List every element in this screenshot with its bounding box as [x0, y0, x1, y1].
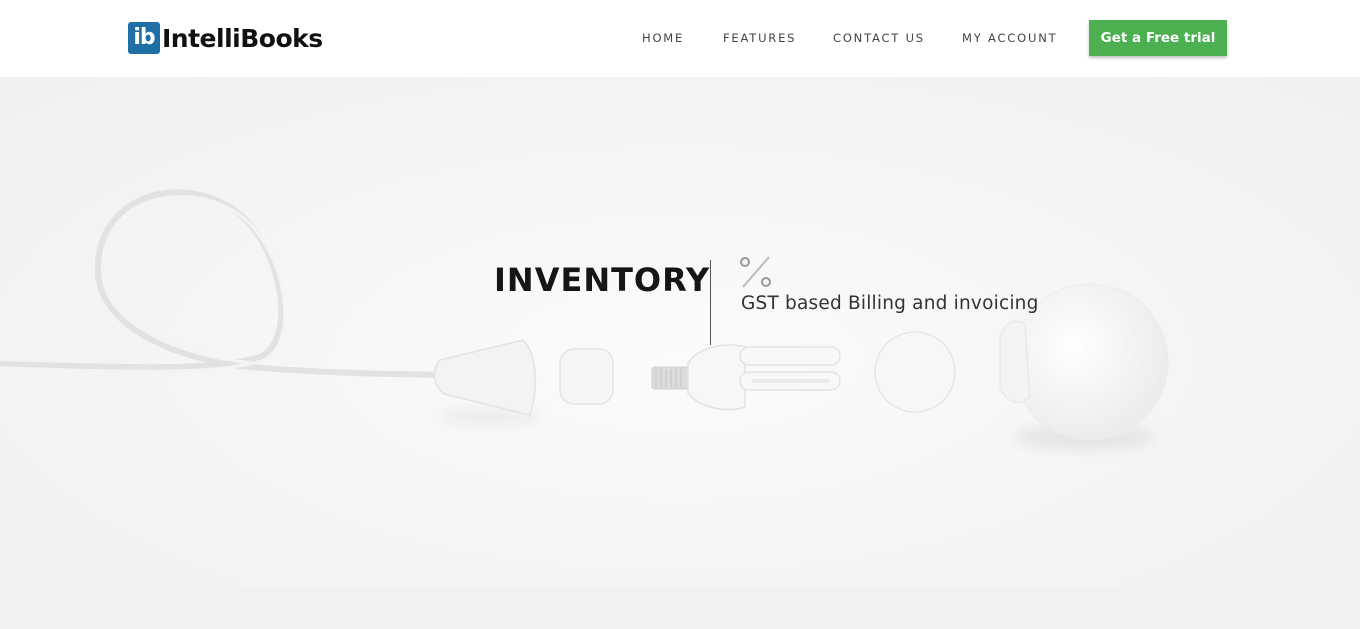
- cfl-bulb-illustration: [651, 344, 841, 411]
- brand-name: IntelliBooks: [162, 23, 323, 53]
- hero-divider-line: [710, 260, 711, 345]
- nav-contact-us-link[interactable]: CONTACT US: [833, 31, 925, 45]
- nav-home-link[interactable]: HOME: [642, 31, 684, 45]
- glass-disc-illustration: [874, 331, 956, 413]
- cable-illustration: [0, 189, 443, 378]
- nav-features-link[interactable]: FEATURES: [723, 31, 796, 45]
- brand-logo-mark: ib: [128, 22, 160, 54]
- hero-title: INVENTORY: [494, 261, 711, 299]
- hero-subtitle: GST based Billing and invoicing: [741, 293, 1039, 314]
- nav-my-account-link[interactable]: MY ACCOUNT: [962, 31, 1057, 45]
- free-trial-button[interactable]: Get a Free trial: [1089, 20, 1227, 56]
- hero-banner: [0, 77, 1360, 589]
- brand-logo[interactable]: ib IntelliBooks: [128, 22, 323, 54]
- hero-background-image: [0, 189, 1169, 451]
- percent-icon: [739, 255, 773, 289]
- site-header: ib IntelliBooks HOME FEATURES CONTACT US…: [0, 0, 1360, 77]
- socket-illustration: [433, 339, 614, 427]
- section-divider-band: [0, 589, 1360, 629]
